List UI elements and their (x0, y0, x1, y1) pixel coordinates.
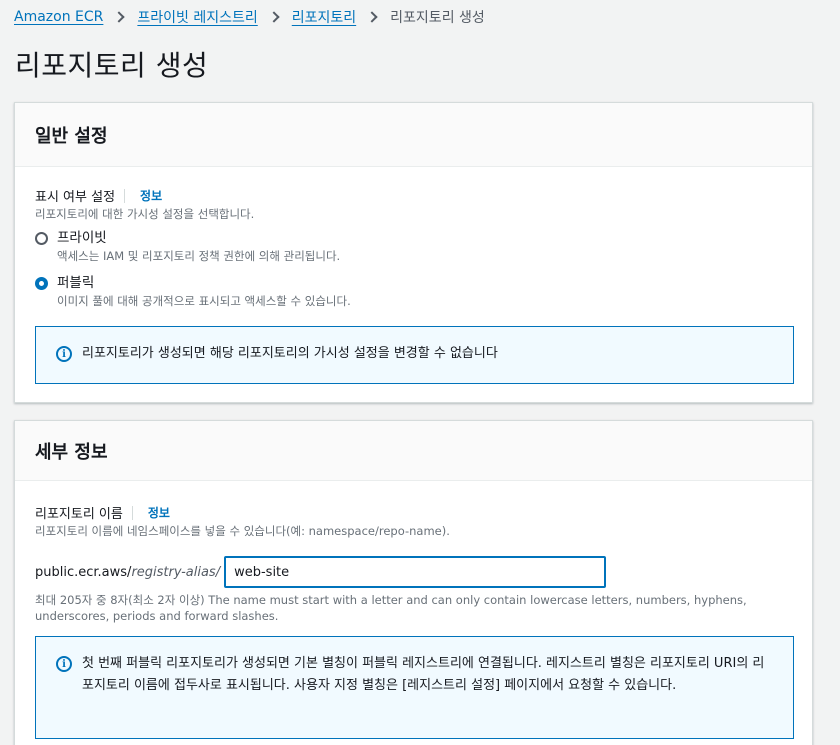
breadcrumb-private-registry[interactable]: 프라이빗 레지스트리 (137, 7, 257, 27)
repo-name-constraint: 최대 205자 중 8자(최소 2자 이상) The name must sta… (35, 593, 747, 623)
general-settings-header: 일반 설정 (15, 103, 812, 167)
repo-name-label-row: 리포지토리 이름 정보 (35, 503, 170, 522)
uri-prefix: public.ecr.aws/ (35, 564, 132, 580)
label-divider (124, 188, 126, 203)
visibility-info-link[interactable]: 정보 (140, 187, 162, 204)
radio-private[interactable]: 프라이빗 액세스는 IAM 및 리포지토리 정책 권한에 의해 관리됩니다. (35, 229, 340, 264)
radio-public[interactable]: 퍼블릭 이미지 풀에 대해 공개적으로 표시되고 액세스할 수 있습니다. (35, 274, 351, 309)
alias-alert-text: 첫 번째 퍼블릭 리포지토리가 생성되면 기본 별칭이 퍼블릭 레지스트리에 연… (82, 656, 765, 693)
breadcrumb-current: 리포지토리 생성 (390, 10, 485, 26)
general-settings-panel: 일반 설정 표시 여부 설정 정보 리포지토리에 대한 가시성 설정을 선택합니… (14, 102, 813, 403)
details-header: 세부 정보 (15, 421, 812, 481)
visibility-alert-text: 리포지토리가 생성되면 해당 리포지토리의 가시성 설정을 변경할 수 없습니다 (82, 346, 498, 361)
visibility-info-alert: i 리포지토리가 생성되면 해당 리포지토리의 가시성 설정을 변경할 수 없습… (35, 326, 794, 384)
alias-info-alert: i 첫 번째 퍼블릭 리포지토리가 생성되면 기본 별칭이 퍼블릭 레지스트리에… (35, 636, 794, 739)
radio-private-description: 액세스는 IAM 및 리포지토리 정책 권한에 의해 관리됩니다. (57, 249, 341, 263)
radio-public-label: 퍼블릭 (57, 275, 95, 291)
visibility-label-text: 표시 여부 설정 (35, 190, 116, 205)
radio-public-indicator[interactable] (35, 277, 48, 290)
radio-private-label: 프라이빗 (57, 230, 107, 246)
visibility-description: 리포지토리에 대한 가시성 설정을 선택합니다. (35, 207, 255, 221)
chevron-right-icon (113, 11, 126, 23)
radio-private-indicator[interactable] (35, 232, 48, 245)
details-title: 세부 정보 (35, 441, 108, 463)
chevron-right-icon (268, 11, 280, 23)
visibility-label: 표시 여부 설정 정보 (35, 186, 162, 205)
info-icon: i (56, 656, 72, 672)
general-settings-title: 일반 설정 (35, 125, 108, 147)
chevron-right-icon (366, 11, 378, 23)
visibility-label-row: 표시 여부 설정 정보 (35, 186, 162, 205)
details-panel: 세부 정보 리포지토리 이름 정보 리포지토리 이름에 네임스페이스를 넣을 수… (14, 420, 813, 745)
repo-uri-row: public.ecr.aws/ registry-alias/ (35, 556, 607, 588)
radio-public-description: 이미지 풀에 대해 공개적으로 표시되고 액세스할 수 있습니다. (57, 294, 351, 308)
repo-name-info-link[interactable]: 정보 (148, 504, 170, 521)
breadcrumb-amazon-ecr[interactable]: Amazon ECR (14, 9, 103, 25)
label-divider (131, 505, 133, 520)
page-title: 리포지토리 생성 (15, 49, 209, 82)
breadcrumb: Amazon ECR 프라이빗 레지스트리 리포지토리 리포지토리 생성 (14, 7, 485, 27)
repo-name-input[interactable] (224, 556, 607, 588)
info-icon: i (56, 346, 72, 362)
uri-registry-alias: registry-alias/ (131, 564, 221, 580)
repo-name-description: 리포지토리 이름에 네임스페이스를 넣을 수 있습니다(예: namespace… (35, 524, 450, 538)
repo-name-label: 리포지토리 이름 정보 (35, 503, 170, 522)
breadcrumb-repositories[interactable]: 리포지토리 (292, 7, 356, 27)
repo-name-label-text: 리포지토리 이름 (35, 507, 123, 522)
